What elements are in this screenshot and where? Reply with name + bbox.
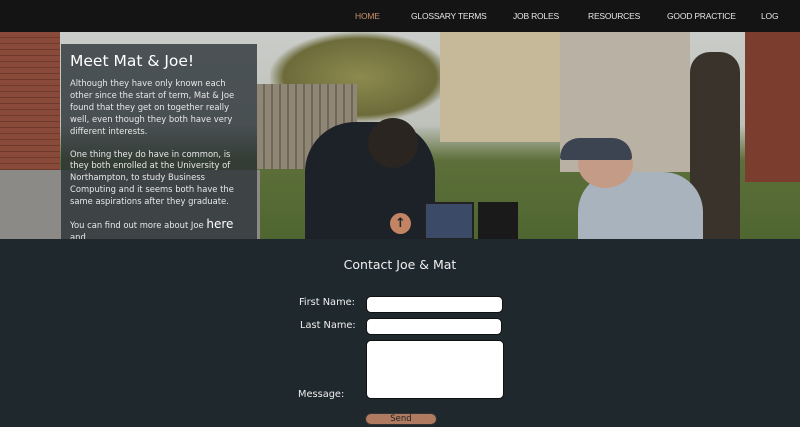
contact-title: Contact Joe & Mat <box>343 257 457 272</box>
nav-job-roles[interactable]: JOB ROLES <box>513 11 559 21</box>
intro-paragraph-3: You can find out more about Joe here and… <box>70 217 234 239</box>
message-input[interactable] <box>366 340 504 399</box>
last-name-label: Last Name: <box>300 320 356 331</box>
intro-panel: Meet Mat & Joe! Although they have only … <box>61 44 257 239</box>
last-name-input[interactable] <box>366 318 502 335</box>
first-name-input[interactable] <box>366 296 503 313</box>
intro-paragraph-1: Although they have only known each other… <box>70 78 235 136</box>
hero-image: Meet Mat & Joe! Although they have only … <box>0 32 800 239</box>
message-label: Message: <box>298 389 345 400</box>
nav-good-practice[interactable]: GOOD PRACTICE <box>667 11 736 21</box>
first-name-label: First Name: <box>299 297 355 308</box>
nav-glossary-terms[interactable]: GLOSSARY TERMS <box>411 11 487 21</box>
intro-title: Meet Mat & Joe! <box>70 52 195 70</box>
top-nav: HOME GLOSSARY TERMS JOB ROLES RESOURCES … <box>0 0 800 32</box>
contact-section: Contact Joe & Mat First Name: Last Name:… <box>0 239 800 427</box>
arrow-up-icon[interactable]: ↑ <box>390 213 411 234</box>
nav-home[interactable]: HOME <box>355 11 380 21</box>
joe-link[interactable]: here <box>206 217 233 231</box>
intro-paragraph-2: One thing they do have in common, is the… <box>70 148 234 207</box>
nav-resources[interactable]: RESOURCES <box>588 11 640 21</box>
nav-log[interactable]: LOG <box>761 11 779 21</box>
send-button[interactable]: Send <box>365 413 437 425</box>
